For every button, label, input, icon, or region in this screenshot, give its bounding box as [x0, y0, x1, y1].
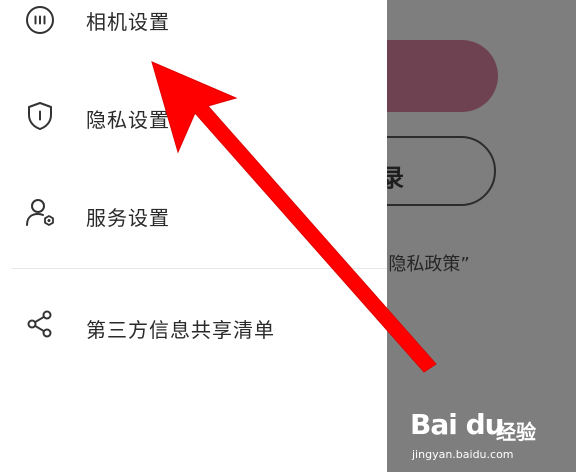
drawer-item-camera-settings[interactable]: 相机设置: [0, 0, 387, 50]
drawer-item-service-settings[interactable]: 服务设置: [0, 184, 387, 244]
drawer-item-label: 服务设置: [86, 206, 170, 230]
shield-icon: [28, 102, 52, 130]
drawer-item-third-party-sharing[interactable]: 第三方信息共享清单: [0, 296, 387, 356]
share-icon: [27, 310, 52, 338]
drawer-item-label: 相机设置: [86, 10, 170, 34]
drawer-item-label: 第三方信息共享清单: [86, 318, 275, 342]
watermark-url: jingyan.baidu.com: [412, 448, 514, 461]
settings-drawer: 相机设置 隐私设置 服务设置 第三方信息共享清单: [0, 0, 387, 472]
drawer-divider: [12, 268, 387, 269]
drawer-item-privacy-settings[interactable]: 隐私设置: [0, 86, 387, 146]
drawer-item-label: 隐私设置: [86, 108, 170, 132]
baidu-jingyan-watermark: Bai du 经验 jingyan.baidu.com: [410, 408, 570, 468]
camera-settings-icon: [26, 6, 54, 34]
watermark-experience-text: 经验: [496, 420, 536, 444]
watermark-logo: Bai du: [410, 408, 505, 441]
background-privacy-policy-text: “隐私政策”: [379, 254, 470, 275]
user-service-icon: [26, 199, 54, 226]
